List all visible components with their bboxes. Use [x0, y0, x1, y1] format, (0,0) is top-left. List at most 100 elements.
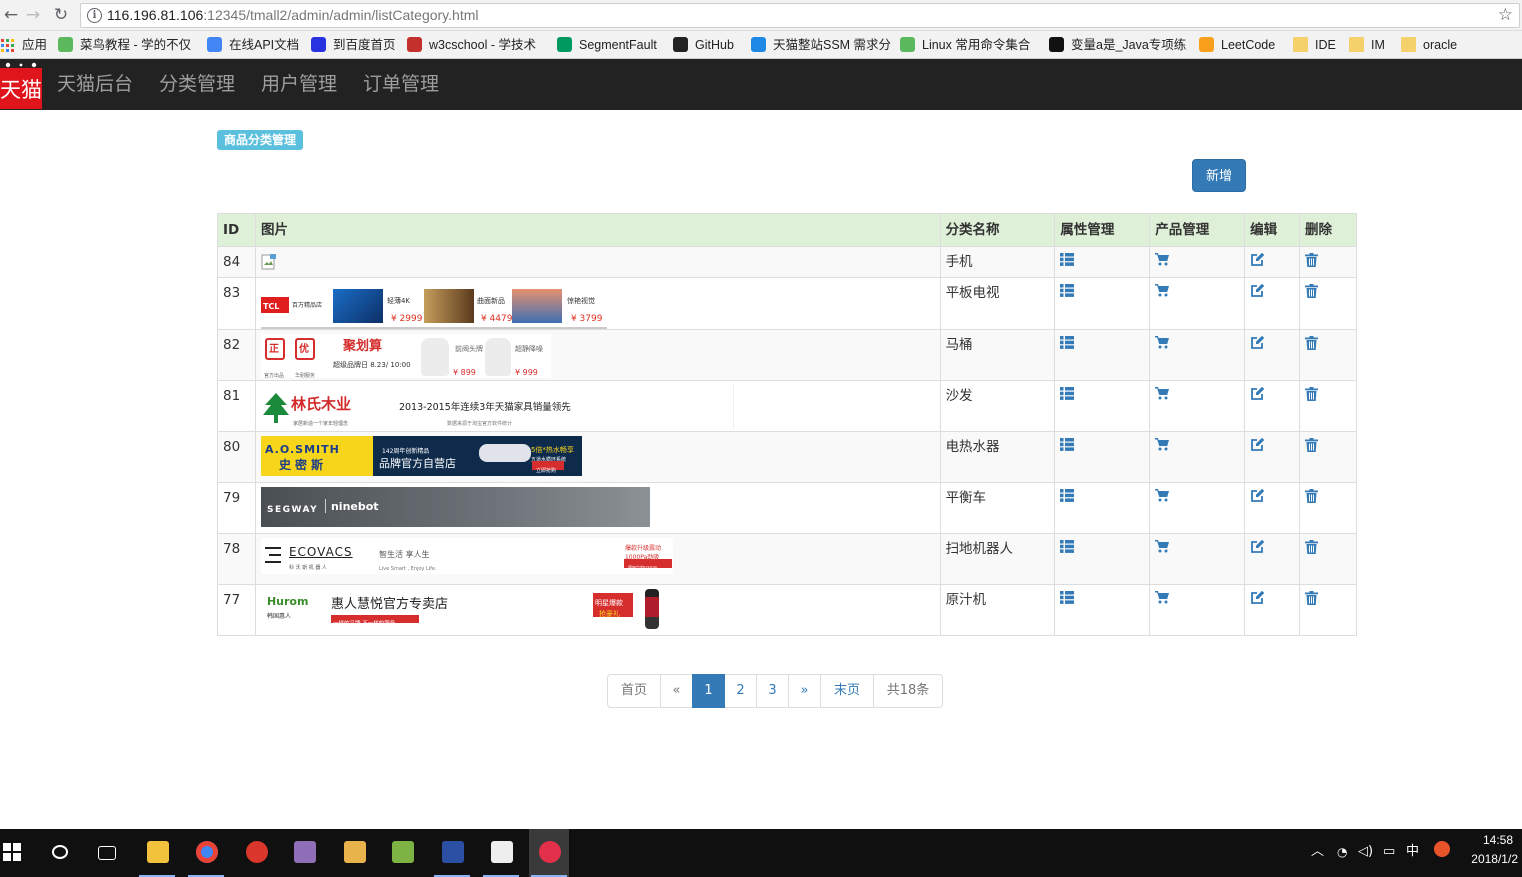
nav-home-link[interactable]: 天猫后台: [57, 72, 133, 96]
page-title-label: 商品分类管理: [217, 130, 304, 150]
first-page-link[interactable]: 首页: [607, 674, 661, 708]
back-icon[interactable]: ←: [0, 4, 22, 26]
table-row: 84 手机: [217, 246, 1357, 278]
notepad-app-icon[interactable]: [382, 829, 422, 877]
cell-delete: [1299, 380, 1357, 432]
property-list-icon[interactable]: [1060, 489, 1075, 502]
bookmark-item[interactable]: LeetCode: [1199, 36, 1275, 54]
trash-icon[interactable]: [1305, 284, 1319, 298]
task-view-icon[interactable]: [87, 829, 127, 877]
intellij-icon[interactable]: [432, 829, 472, 877]
cortana-icon[interactable]: [40, 829, 80, 877]
last-page-link[interactable]: 末页: [820, 674, 874, 708]
cart-icon[interactable]: [1155, 591, 1170, 604]
trash-icon[interactable]: [1305, 253, 1319, 267]
bookmark-item[interactable]: oracle: [1401, 36, 1457, 54]
ime-indicator[interactable]: 中: [1406, 843, 1419, 861]
bookmark-star-icon[interactable]: ☆: [1498, 4, 1513, 26]
edit-icon[interactable]: [1250, 437, 1265, 451]
cart-icon[interactable]: [1155, 489, 1170, 502]
edit-icon[interactable]: [1250, 488, 1265, 502]
clock[interactable]: 14:58 2018/1/2: [1471, 831, 1518, 869]
bookmark-item[interactable]: GitHub: [673, 36, 734, 54]
cell-name: 平板电视: [939, 277, 1056, 330]
network-icon[interactable]: ◔: [1337, 843, 1347, 861]
page-link-3[interactable]: 3: [756, 674, 789, 708]
cart-icon[interactable]: [1155, 284, 1170, 297]
page-link-1[interactable]: 1: [692, 674, 725, 708]
banner-feature: 超静降噪: [514, 345, 543, 353]
trash-icon[interactable]: [1305, 438, 1319, 452]
header-id: ID: [217, 213, 256, 247]
header-property: 属性管理: [1054, 213, 1151, 247]
screen-recorder-icon[interactable]: [529, 829, 569, 877]
next-page-link[interactable]: »: [788, 674, 821, 708]
bookmark-item[interactable]: 到百度首页: [311, 36, 396, 54]
bookmark-item[interactable]: 应用: [0, 36, 47, 54]
bookmark-item[interactable]: w3cschool - 学技术: [407, 36, 536, 54]
banner-note: 数据来源于淘宝官方软件统计: [446, 421, 512, 427]
bookmark-item[interactable]: 变量a是_Java专项练: [1049, 36, 1186, 54]
file-explorer-icon[interactable]: [137, 829, 177, 877]
property-list-icon[interactable]: [1060, 284, 1075, 297]
bookmark-item[interactable]: 天猫整站SSM 需求分: [751, 36, 891, 54]
trash-icon[interactable]: [1305, 336, 1319, 350]
cart-icon[interactable]: [1155, 540, 1170, 553]
nav-category-link[interactable]: 分类管理: [159, 72, 235, 96]
volume-icon[interactable]: ◁): [1358, 843, 1373, 861]
trash-icon[interactable]: [1305, 540, 1319, 554]
bookmark-item[interactable]: 在线API文档: [207, 36, 299, 54]
trash-icon[interactable]: [1305, 387, 1319, 401]
edit-icon[interactable]: [1250, 335, 1265, 349]
banner-brand-cn: 史密斯: [278, 458, 327, 472]
add-category-button[interactable]: 新增: [1192, 159, 1246, 192]
runoob-icon: [58, 37, 73, 52]
bookmark-item[interactable]: SegmentFault: [557, 36, 657, 54]
property-list-icon[interactable]: [1060, 438, 1075, 451]
bookmark-label: 在线API文档: [229, 38, 300, 52]
chrome-icon[interactable]: [186, 829, 226, 877]
forward-icon[interactable]: →: [22, 4, 44, 26]
property-list-icon[interactable]: [1060, 336, 1075, 349]
property-list-icon[interactable]: [1060, 387, 1075, 400]
bookmark-item[interactable]: 菜鸟教程 - 学的不仅: [58, 36, 191, 54]
edit-icon[interactable]: [1250, 283, 1265, 297]
prev-page-link[interactable]: «: [660, 674, 693, 708]
snail-app-icon[interactable]: [236, 829, 276, 877]
url-field[interactable]: i 116.196.81.106:12345/tmall2/admin/admi…: [80, 3, 1520, 28]
edit-icon[interactable]: [1250, 386, 1265, 400]
windows-start-icon[interactable]: [3, 843, 21, 861]
nav-user-link[interactable]: 用户管理: [261, 72, 337, 96]
tray-chevron-icon[interactable]: ︿: [1311, 843, 1324, 861]
bookmark-item[interactable]: IDE: [1293, 36, 1336, 54]
page-link-2[interactable]: 2: [724, 674, 757, 708]
banner-feature: 前阀头牌: [454, 345, 483, 353]
nav-order-link[interactable]: 订单管理: [363, 72, 439, 96]
typora-icon[interactable]: [481, 829, 521, 877]
cart-icon[interactable]: [1155, 438, 1170, 451]
tools-app-icon[interactable]: [334, 829, 374, 877]
edit-icon[interactable]: [1250, 539, 1265, 553]
tmall-logo[interactable]: 天猫: [0, 59, 42, 109]
reload-icon[interactable]: ↻: [50, 4, 72, 26]
cart-icon[interactable]: [1155, 336, 1170, 349]
sogou-icon[interactable]: [1434, 841, 1450, 857]
edit-icon[interactable]: [1250, 590, 1265, 604]
property-list-icon[interactable]: [1060, 540, 1075, 553]
trash-icon[interactable]: [1305, 489, 1319, 503]
cart-icon[interactable]: [1155, 387, 1170, 400]
cell-id: 82: [217, 329, 256, 381]
property-list-icon[interactable]: [1060, 253, 1075, 266]
bookmark-item[interactable]: IM: [1349, 36, 1385, 54]
table-row: 79 SEGWAY ninebot 平衡车: [217, 482, 1357, 534]
bookmark-item[interactable]: Linux 常用命令集合: [900, 36, 1030, 54]
bookmark-label: LeetCode: [1221, 38, 1276, 52]
ecovacs-logo-icon: [264, 547, 281, 563]
package-app-icon[interactable]: [284, 829, 324, 877]
cart-icon[interactable]: [1155, 253, 1170, 266]
battery-icon[interactable]: ▭: [1383, 843, 1395, 861]
trash-icon[interactable]: [1305, 591, 1319, 605]
site-info-icon[interactable]: i: [87, 8, 102, 23]
property-list-icon[interactable]: [1060, 591, 1075, 604]
edit-icon[interactable]: [1250, 252, 1265, 266]
